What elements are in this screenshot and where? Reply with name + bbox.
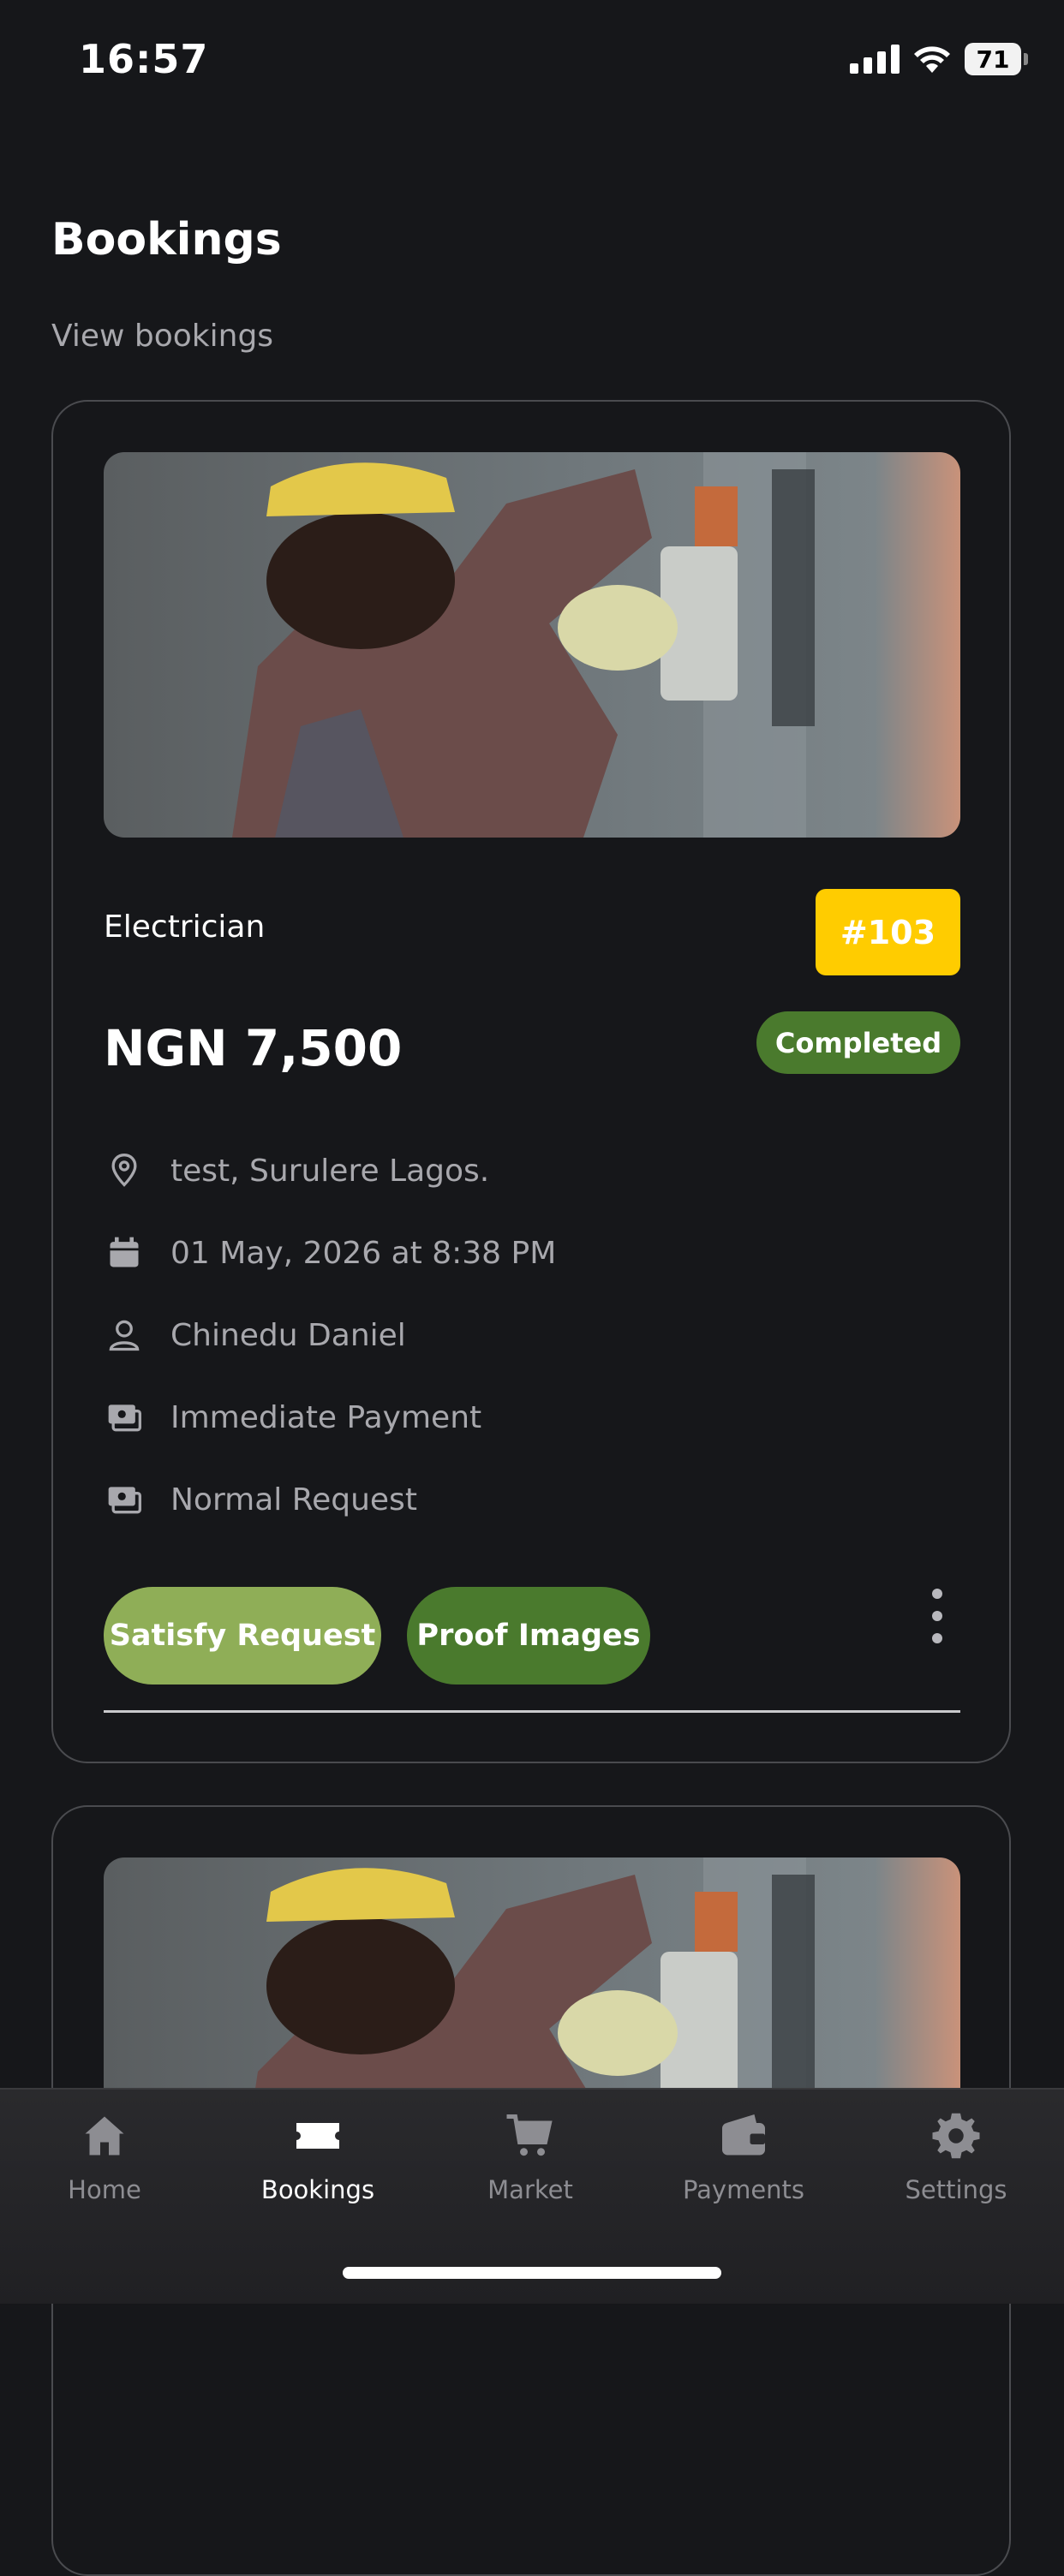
request-type-row: Normal Request — [104, 1479, 417, 1520]
tab-home[interactable]: Home — [19, 2108, 190, 2204]
request-type-text: Normal Request — [170, 1482, 417, 1518]
tab-bookings[interactable]: Bookings — [232, 2108, 403, 2204]
ticket-icon — [290, 2108, 345, 2163]
tab-label: Payments — [682, 2175, 805, 2204]
battery-level: 71 — [976, 45, 1010, 74]
customer-row: Chinedu Daniel — [104, 1315, 406, 1356]
home-indicator — [343, 2267, 721, 2279]
payment-type-text: Immediate Payment — [170, 1399, 482, 1435]
proof-images-button[interactable]: Proof Images — [407, 1587, 650, 1685]
address-text: test, Surulere Lagos. — [170, 1153, 490, 1189]
status-badge: Completed — [756, 1011, 960, 1074]
person-icon — [104, 1315, 145, 1356]
address-row: test, Surulere Lagos. — [104, 1150, 489, 1191]
satisfy-request-button[interactable]: Satisfy Request — [104, 1587, 381, 1685]
wifi-icon — [914, 46, 950, 73]
location-pin-icon — [104, 1150, 145, 1191]
tab-label: Settings — [905, 2175, 1007, 2204]
cart-icon — [503, 2108, 558, 2163]
home-icon — [77, 2108, 132, 2163]
payment-icon — [104, 1397, 145, 1438]
status-icons: 71 — [850, 43, 1028, 75]
datetime-text: 01 May, 2026 at 8:38 PM — [170, 1235, 557, 1271]
tab-label: Bookings — [260, 2175, 375, 2204]
signal-icon — [850, 45, 900, 74]
tab-market[interactable]: Market — [445, 2108, 616, 2204]
order-id-badge: #103 — [816, 889, 960, 975]
page-title: Bookings — [51, 214, 282, 265]
battery-icon: 71 — [965, 43, 1028, 75]
tab-label: Home — [68, 2175, 141, 2204]
tab-payments[interactable]: Payments — [658, 2108, 829, 2204]
service-name: Electrician — [104, 909, 266, 945]
tab-label: Market — [487, 2175, 573, 2204]
electrician-photo — [104, 452, 960, 838]
wallet-icon — [716, 2108, 771, 2163]
payment-type-row: Immediate Payment — [104, 1397, 481, 1438]
tab-settings[interactable]: Settings — [870, 2108, 1042, 2204]
gear-icon — [929, 2108, 983, 2163]
more-options-icon[interactable] — [920, 1589, 954, 1643]
customer-name: Chinedu Daniel — [170, 1317, 406, 1353]
calendar-icon — [104, 1232, 145, 1273]
status-time: 16:57 — [79, 36, 209, 82]
card-divider — [104, 1710, 960, 1713]
payment-icon — [104, 1479, 145, 1520]
datetime-row: 01 May, 2026 at 8:38 PM — [104, 1232, 556, 1273]
booking-price: NGN 7,500 — [104, 1019, 403, 1077]
page-subtitle: View bookings — [51, 319, 274, 354]
